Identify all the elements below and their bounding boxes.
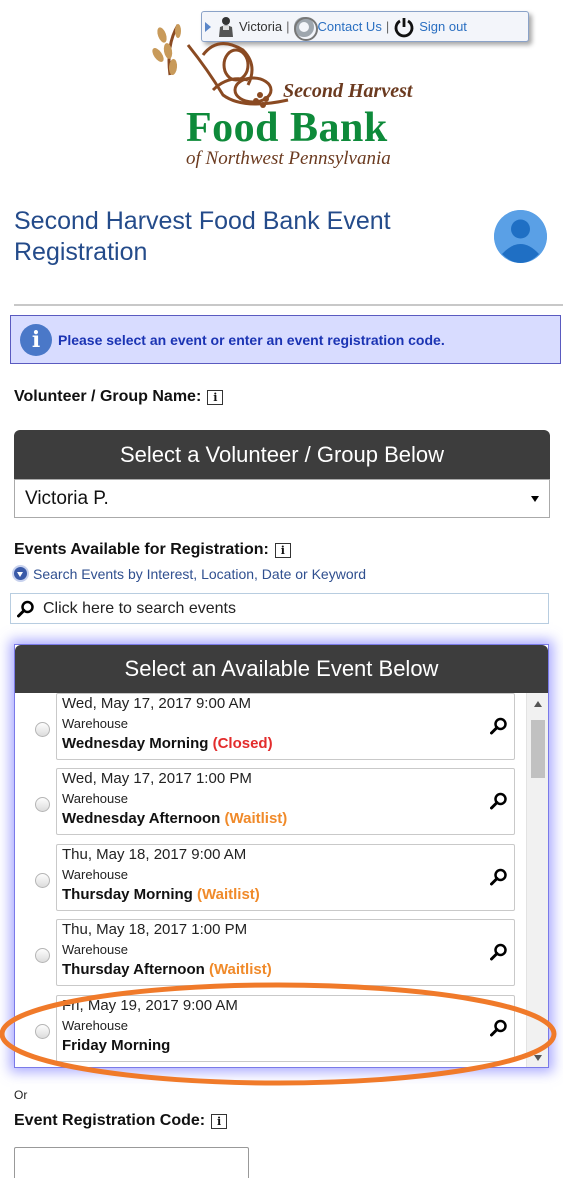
event-name: Friday Morning <box>62 1037 171 1054</box>
divider <box>14 304 563 306</box>
volunteer-selected-value: Victoria P. <box>25 487 109 509</box>
registration-code-label: Event Registration Code: i <box>14 1112 228 1130</box>
search-events-placeholder: Click here to search events <box>43 599 236 617</box>
event-item[interactable]: Thu, May 18, 2017 9:00 AM Warehouse Thur… <box>56 844 515 911</box>
search-icon[interactable] <box>490 717 508 735</box>
help-icon[interactable]: i <box>207 389 224 405</box>
event-location: Warehouse <box>62 1018 128 1033</box>
event-name-line: Thursday Morning (Waitlist) <box>62 886 260 903</box>
event-status: (Waitlist) <box>224 810 288 827</box>
volunteer-select[interactable]: Victoria P. <box>14 479 550 518</box>
event-date: Wed, May 17, 2017 1:00 PM <box>62 770 252 787</box>
event-radio[interactable] <box>35 873 50 888</box>
help-icon[interactable]: i <box>274 542 291 558</box>
scroll-down-icon[interactable] <box>534 1055 542 1061</box>
event-name: Thursday Morning <box>62 886 193 903</box>
event-name-line: Thursday Afternoon (Waitlist) <box>62 961 272 978</box>
search-icon[interactable] <box>490 1019 508 1037</box>
event-date: Thu, May 18, 2017 9:00 AM <box>62 846 247 863</box>
event-name-line: Friday Morning <box>62 1037 170 1054</box>
volunteer-label-text: Volunteer / Group Name: <box>14 388 202 405</box>
events-panel: Select an Available Event Below Wed, May… <box>14 644 549 1068</box>
logo-line-3: of Northwest Pennsylvania <box>186 148 391 169</box>
event-date: Fri, May 19, 2017 9:00 AM <box>62 997 238 1014</box>
event-status: (Waitlist) <box>208 961 272 978</box>
search-icon[interactable] <box>490 868 508 886</box>
search-events-input[interactable]: Click here to search events <box>10 593 549 624</box>
volunteer-select-header: Select a Volunteer / Group Below <box>14 430 550 479</box>
events-list[interactable]: Wed, May 17, 2017 9:00 AM Warehouse Wedn… <box>15 693 527 1067</box>
event-name-line: Wednesday Afternoon (Waitlist) <box>62 810 287 827</box>
event-radio[interactable] <box>35 797 50 812</box>
event-location: Warehouse <box>62 716 128 731</box>
info-banner: i Please select an event or enter an eve… <box>10 315 561 364</box>
chevron-down-icon <box>531 495 539 502</box>
events-scrollbar[interactable] <box>526 693 548 1067</box>
search-events-toggle[interactable]: Search Events by Interest, Location, Dat… <box>12 565 366 582</box>
event-item[interactable]: Wed, May 17, 2017 1:00 PM Warehouse Wedn… <box>56 768 515 835</box>
event-name: Wednesday Morning <box>62 735 209 752</box>
event-location: Warehouse <box>62 791 128 806</box>
event-location: Warehouse <box>62 942 128 957</box>
avatar-icon[interactable] <box>494 210 547 263</box>
search-events-toggle-label: Search Events by Interest, Location, Dat… <box>33 565 367 582</box>
scroll-thumb[interactable] <box>531 720 545 778</box>
search-icon[interactable] <box>490 943 508 961</box>
info-message: Please select an event or enter an event… <box>58 331 445 348</box>
info-icon: i <box>20 323 52 356</box>
events-panel-header: Select an Available Event Below <box>15 645 548 693</box>
event-status: (Closed) <box>212 735 273 752</box>
volunteer-label: Volunteer / Group Name: i <box>14 388 224 406</box>
registration-code-label-text: Event Registration Code: <box>14 1112 206 1129</box>
help-icon[interactable]: i <box>211 1113 228 1129</box>
event-name-line: Wednesday Morning (Closed) <box>62 735 273 752</box>
search-icon[interactable] <box>490 792 508 810</box>
event-item[interactable]: Thu, May 18, 2017 1:00 PM Warehouse Thur… <box>56 919 515 986</box>
event-radio[interactable] <box>35 1024 50 1039</box>
logo-line-2: Food Bank <box>186 105 388 151</box>
registration-code-input[interactable] <box>14 1147 249 1178</box>
page-title: Second Harvest Food Bank Event Registrat… <box>14 207 391 266</box>
event-date: Wed, May 17, 2017 9:00 AM <box>62 695 252 712</box>
event-radio[interactable] <box>35 948 50 963</box>
event-status: (Waitlist) <box>197 886 260 903</box>
logo-line-1: Second Harvest <box>283 80 413 102</box>
event-radio[interactable] <box>35 722 50 737</box>
search-icon <box>17 600 34 617</box>
or-label: Or <box>14 1088 28 1102</box>
chevron-down-icon <box>12 565 29 582</box>
event-item[interactable]: Wed, May 17, 2017 9:00 AM Warehouse Wedn… <box>56 693 515 760</box>
event-name: Wednesday Afternoon <box>62 810 221 827</box>
events-label: Events Available for Registration: i <box>14 541 291 559</box>
event-date: Thu, May 18, 2017 1:00 PM <box>62 921 248 938</box>
event-name: Thursday Afternoon <box>62 961 205 978</box>
scroll-up-icon[interactable] <box>534 701 542 707</box>
events-label-text: Events Available for Registration: <box>14 541 269 558</box>
event-item[interactable]: Fri, May 19, 2017 9:00 AM Warehouse Frid… <box>56 995 515 1062</box>
event-location: Warehouse <box>62 867 128 882</box>
